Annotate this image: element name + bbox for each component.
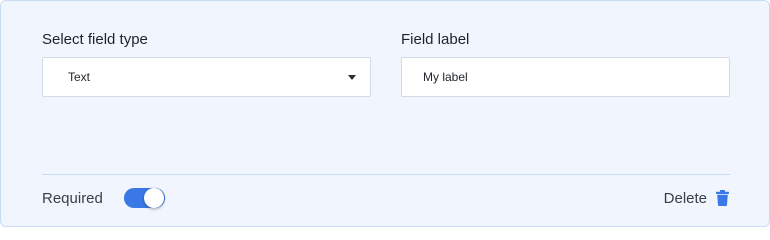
- required-group: Required: [42, 187, 165, 209]
- divider: [42, 174, 730, 175]
- caret-down-icon: [348, 74, 356, 80]
- delete-label: Delete: [663, 189, 707, 207]
- field-type-label: Select field type: [42, 31, 148, 48]
- field-type-group: Select field type Text: [42, 31, 371, 97]
- field-label-input-wrapper: [401, 57, 730, 97]
- field-label-input[interactable]: [423, 70, 729, 84]
- toggle-knob: [143, 188, 164, 208]
- required-toggle[interactable]: [123, 188, 165, 208]
- delete-button[interactable]: Delete: [664, 187, 729, 209]
- field-type-select[interactable]: Text: [42, 57, 371, 97]
- field-editor-card: Select field type Text Field label Requi…: [0, 0, 770, 227]
- required-label: Required: [42, 189, 103, 207]
- field-type-selected-value: Text: [68, 70, 91, 84]
- field-label-title: Field label: [401, 31, 470, 48]
- trash-icon[interactable]: [716, 190, 729, 206]
- field-label-group: Field label: [401, 31, 730, 97]
